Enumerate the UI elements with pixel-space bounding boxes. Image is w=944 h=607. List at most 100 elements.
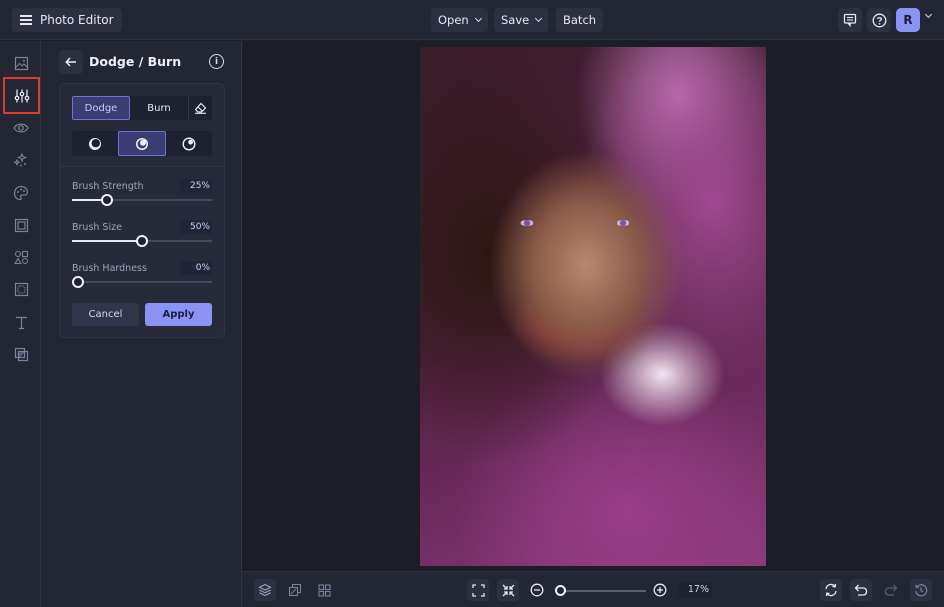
eye-icon — [13, 123, 29, 133]
zoom-out-icon — [530, 583, 544, 597]
grid-button[interactable] — [313, 579, 335, 601]
back-button[interactable] — [59, 50, 83, 74]
cancel-button[interactable]: Cancel — [72, 303, 139, 326]
tone-shadows-button[interactable] — [72, 131, 118, 156]
sliders-icon — [14, 89, 29, 102]
tab-dodge[interactable]: Dodge — [72, 96, 130, 120]
highlights-icon — [182, 136, 196, 151]
help-icon — [872, 13, 886, 27]
rail-item-effects[interactable] — [5, 113, 37, 143]
zoom-in-icon — [653, 583, 667, 597]
rail-item-artsy[interactable] — [5, 178, 37, 208]
batch-label: Batch — [563, 13, 597, 27]
history-button[interactable] — [910, 579, 932, 601]
rail-item-touch-up[interactable] — [5, 145, 37, 175]
rail-item-text[interactable] — [5, 307, 37, 337]
brush-hardness-track[interactable] — [72, 275, 212, 288]
user-avatar[interactable]: R — [896, 8, 920, 32]
info-icon[interactable]: i — [209, 54, 224, 69]
zoom-out-button[interactable] — [526, 579, 548, 601]
photo-canvas[interactable] — [420, 47, 766, 566]
brush-hardness-handle[interactable] — [72, 275, 84, 288]
batch-button[interactable]: Batch — [556, 8, 604, 32]
dodge-burn-settings-card: Dodge Burn Brush Strength 25% Brush Size… — [59, 83, 225, 338]
brush-strength-track[interactable] — [72, 193, 212, 206]
fit-screen-button[interactable] — [467, 579, 489, 601]
brush-size-fill — [72, 240, 142, 242]
layers-icon — [258, 583, 272, 597]
rail-item-textures[interactable] — [5, 274, 37, 304]
divider — [60, 166, 224, 167]
photo-editor-app: Photo Editor Open Save Batch R Dodge / B… — [0, 0, 944, 607]
canvas-area[interactable] — [242, 41, 944, 571]
tone-range-selector — [72, 131, 212, 156]
texture-icon — [14, 282, 28, 296]
history-icon — [914, 584, 928, 597]
fit-screen-icon — [471, 583, 485, 597]
rail-item-graphics[interactable] — [5, 242, 37, 272]
avatar-initial: R — [903, 13, 913, 27]
shapes-icon — [13, 250, 28, 264]
open-menu-button[interactable]: Open — [431, 8, 488, 32]
undo-icon — [854, 584, 868, 596]
account-chevron-down-icon[interactable] — [924, 10, 933, 19]
undo-button[interactable] — [850, 579, 872, 601]
brush-strength-value[interactable]: 25% — [180, 179, 212, 193]
text-icon — [15, 316, 27, 329]
brush-strength-handle[interactable] — [101, 193, 113, 206]
rail-item-frames[interactable] — [5, 210, 37, 240]
panel-title: Dodge / Burn — [89, 54, 182, 69]
tone-highlights-button[interactable] — [166, 131, 212, 156]
grid-icon — [317, 583, 331, 597]
app-title: Photo Editor — [40, 13, 114, 27]
midtones-icon — [136, 137, 148, 150]
zoom-slider-handle[interactable] — [555, 585, 566, 596]
feedback-button[interactable] — [838, 8, 862, 32]
save-label: Save — [501, 13, 530, 27]
chevron-down-icon — [535, 14, 543, 23]
eraser-icon — [194, 102, 207, 114]
zoom-in-button[interactable] — [649, 579, 671, 601]
brush-size-label: Brush Size — [72, 222, 122, 233]
replace-image-icon — [288, 583, 302, 597]
overlay-icon — [14, 347, 28, 361]
actual-size-icon — [502, 584, 514, 596]
rail-item-image[interactable] — [5, 48, 37, 78]
rail-item-overlays[interactable] — [5, 339, 37, 369]
main-menu-button[interactable]: Photo Editor — [12, 8, 122, 32]
palette-icon — [13, 185, 29, 201]
photo-eye-left — [520, 220, 534, 226]
arrow-left-icon — [65, 57, 76, 67]
brush-hardness-label: Brush Hardness — [72, 263, 147, 274]
top-bar: Photo Editor Open Save Batch R — [0, 0, 944, 40]
chevron-down-icon — [474, 14, 482, 23]
reset-button[interactable] — [820, 579, 842, 601]
mode-toggle: Dodge Burn — [72, 96, 212, 120]
redo-button[interactable] — [880, 579, 902, 601]
hamburger-icon — [20, 15, 32, 25]
save-menu-button[interactable]: Save — [494, 8, 549, 32]
sparkles-icon — [13, 152, 27, 167]
brush-strength-label: Brush Strength — [72, 181, 144, 192]
zoom-slider[interactable] — [555, 585, 646, 596]
brush-hardness-value[interactable]: 0% — [180, 261, 212, 275]
shadows-icon — [89, 137, 101, 150]
replace-image-button[interactable] — [284, 579, 306, 601]
brush-size-value[interactable]: 50% — [180, 220, 212, 234]
photo-eye-right — [616, 220, 630, 226]
tone-midtones-button[interactable] — [118, 131, 166, 156]
frame-icon — [14, 218, 28, 232]
brush-size-handle[interactable] — [136, 234, 148, 247]
redo-icon — [884, 584, 898, 596]
zoom-level-value[interactable]: 17% — [679, 582, 712, 598]
brush-size-track[interactable] — [72, 234, 212, 247]
rail-item-adjustments[interactable] — [3, 77, 40, 114]
open-label: Open — [438, 13, 469, 27]
apply-button[interactable]: Apply — [145, 303, 212, 326]
help-button[interactable] — [867, 8, 891, 32]
layers-button[interactable] — [254, 579, 276, 601]
image-icon — [14, 56, 28, 70]
tab-burn[interactable]: Burn — [130, 96, 188, 120]
actual-size-button[interactable] — [497, 579, 519, 601]
eraser-button[interactable] — [188, 96, 212, 120]
